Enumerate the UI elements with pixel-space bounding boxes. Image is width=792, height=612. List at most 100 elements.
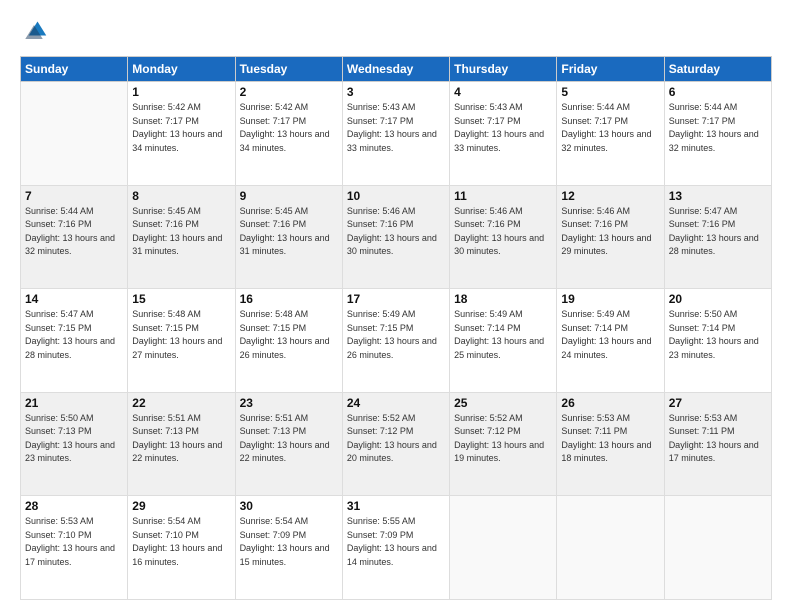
day-number: 9 [240, 189, 338, 203]
calendar-day-cell: 7 Sunrise: 5:44 AMSunset: 7:16 PMDaylight… [21, 185, 128, 289]
calendar-day-cell: 25 Sunrise: 5:52 AMSunset: 7:12 PMDayligh… [450, 392, 557, 496]
calendar-day-cell: 21 Sunrise: 5:50 AMSunset: 7:13 PMDayligh… [21, 392, 128, 496]
day-number: 24 [347, 396, 445, 410]
calendar-week-row: 7 Sunrise: 5:44 AMSunset: 7:16 PMDaylight… [21, 185, 772, 289]
day-info: Sunrise: 5:42 AMSunset: 7:17 PMDaylight:… [132, 101, 230, 155]
day-number: 18 [454, 292, 552, 306]
day-info: Sunrise: 5:44 AMSunset: 7:16 PMDaylight:… [25, 205, 123, 259]
day-number: 25 [454, 396, 552, 410]
calendar-week-row: 28 Sunrise: 5:53 AMSunset: 7:10 PMDayligh… [21, 496, 772, 600]
calendar-day-cell: 20 Sunrise: 5:50 AMSunset: 7:14 PMDayligh… [664, 289, 771, 393]
day-number: 23 [240, 396, 338, 410]
header [20, 18, 772, 46]
calendar-day-cell: 14 Sunrise: 5:47 AMSunset: 7:15 PMDayligh… [21, 289, 128, 393]
day-info: Sunrise: 5:45 AMSunset: 7:16 PMDaylight:… [240, 205, 338, 259]
day-number: 20 [669, 292, 767, 306]
calendar-day-cell: 22 Sunrise: 5:51 AMSunset: 7:13 PMDayligh… [128, 392, 235, 496]
day-info: Sunrise: 5:55 AMSunset: 7:09 PMDaylight:… [347, 515, 445, 569]
day-info: Sunrise: 5:48 AMSunset: 7:15 PMDaylight:… [240, 308, 338, 362]
day-number: 16 [240, 292, 338, 306]
calendar-day-cell: 18 Sunrise: 5:49 AMSunset: 7:14 PMDayligh… [450, 289, 557, 393]
weekday-header-cell: Tuesday [235, 57, 342, 82]
calendar-day-cell: 23 Sunrise: 5:51 AMSunset: 7:13 PMDayligh… [235, 392, 342, 496]
day-info: Sunrise: 5:44 AMSunset: 7:17 PMDaylight:… [561, 101, 659, 155]
calendar-day-cell: 29 Sunrise: 5:54 AMSunset: 7:10 PMDayligh… [128, 496, 235, 600]
day-number: 19 [561, 292, 659, 306]
calendar-day-cell: 10 Sunrise: 5:46 AMSunset: 7:16 PMDayligh… [342, 185, 449, 289]
calendar-day-cell: 9 Sunrise: 5:45 AMSunset: 7:16 PMDaylight… [235, 185, 342, 289]
calendar-day-cell: 27 Sunrise: 5:53 AMSunset: 7:11 PMDayligh… [664, 392, 771, 496]
calendar-day-cell [557, 496, 664, 600]
calendar-day-cell: 17 Sunrise: 5:49 AMSunset: 7:15 PMDayligh… [342, 289, 449, 393]
day-number: 29 [132, 499, 230, 513]
calendar-day-cell [664, 496, 771, 600]
day-number: 14 [25, 292, 123, 306]
day-info: Sunrise: 5:54 AMSunset: 7:10 PMDaylight:… [132, 515, 230, 569]
calendar-day-cell [450, 496, 557, 600]
day-info: Sunrise: 5:49 AMSunset: 7:14 PMDaylight:… [561, 308, 659, 362]
calendar-day-cell: 11 Sunrise: 5:46 AMSunset: 7:16 PMDayligh… [450, 185, 557, 289]
calendar-day-cell: 24 Sunrise: 5:52 AMSunset: 7:12 PMDayligh… [342, 392, 449, 496]
day-number: 1 [132, 85, 230, 99]
logo-icon [20, 18, 48, 46]
day-info: Sunrise: 5:53 AMSunset: 7:10 PMDaylight:… [25, 515, 123, 569]
calendar-day-cell: 1 Sunrise: 5:42 AMSunset: 7:17 PMDaylight… [128, 82, 235, 186]
calendar-day-cell: 8Sunrise: 5:45 AMSunset: 7:16 PMDaylight… [128, 185, 235, 289]
day-info: Sunrise: 5:54 AMSunset: 7:09 PMDaylight:… [240, 515, 338, 569]
day-number: 7 [25, 189, 123, 203]
day-number: 11 [454, 189, 552, 203]
day-info: Sunrise: 5:49 AMSunset: 7:14 PMDaylight:… [454, 308, 552, 362]
day-info: Sunrise: 5:52 AMSunset: 7:12 PMDaylight:… [347, 412, 445, 466]
day-info: Sunrise: 5:50 AMSunset: 7:13 PMDaylight:… [25, 412, 123, 466]
day-info: Sunrise: 5:47 AMSunset: 7:15 PMDaylight:… [25, 308, 123, 362]
day-number: 6 [669, 85, 767, 99]
calendar-day-cell: 26Sunrise: 5:53 AMSunset: 7:11 PMDayligh… [557, 392, 664, 496]
day-info: Sunrise: 5:44 AMSunset: 7:17 PMDaylight:… [669, 101, 767, 155]
calendar-day-cell: 15 Sunrise: 5:48 AMSunset: 7:15 PMDayligh… [128, 289, 235, 393]
day-info: Sunrise: 5:47 AMSunset: 7:16 PMDaylight:… [669, 205, 767, 259]
day-number: 12 [561, 189, 659, 203]
calendar-day-cell [21, 82, 128, 186]
day-info: Sunrise: 5:42 AMSunset: 7:17 PMDaylight:… [240, 101, 338, 155]
day-number: 10 [347, 189, 445, 203]
day-number: 13 [669, 189, 767, 203]
day-info: Sunrise: 5:49 AMSunset: 7:15 PMDaylight:… [347, 308, 445, 362]
day-info: Sunrise: 5:43 AMSunset: 7:17 PMDaylight:… [454, 101, 552, 155]
weekday-header-cell: Monday [128, 57, 235, 82]
day-number: 4 [454, 85, 552, 99]
day-info: Sunrise: 5:51 AMSunset: 7:13 PMDaylight:… [132, 412, 230, 466]
day-info: Sunrise: 5:51 AMSunset: 7:13 PMDaylight:… [240, 412, 338, 466]
day-number: 27 [669, 396, 767, 410]
page: SundayMondayTuesdayWednesdayThursdayFrid… [0, 0, 792, 612]
day-info: Sunrise: 5:46 AMSunset: 7:16 PMDaylight:… [347, 205, 445, 259]
day-number: 22 [132, 396, 230, 410]
day-number: 15 [132, 292, 230, 306]
calendar-day-cell: 16 Sunrise: 5:48 AMSunset: 7:15 PMDayligh… [235, 289, 342, 393]
day-info: Sunrise: 5:53 AMSunset: 7:11 PMDaylight:… [669, 412, 767, 466]
day-number: 3 [347, 85, 445, 99]
day-info: Sunrise: 5:50 AMSunset: 7:14 PMDaylight:… [669, 308, 767, 362]
day-number: 17 [347, 292, 445, 306]
day-info: Sunrise: 5:48 AMSunset: 7:15 PMDaylight:… [132, 308, 230, 362]
weekday-header-row: SundayMondayTuesdayWednesdayThursdayFrid… [21, 57, 772, 82]
calendar-week-row: 14 Sunrise: 5:47 AMSunset: 7:15 PMDayligh… [21, 289, 772, 393]
weekday-header-cell: Sunday [21, 57, 128, 82]
day-info: Sunrise: 5:53 AMSunset: 7:11 PMDaylight:… [561, 412, 659, 466]
day-number: 30 [240, 499, 338, 513]
day-number: 8 [132, 189, 230, 203]
calendar-day-cell: 5Sunrise: 5:44 AMSunset: 7:17 PMDaylight… [557, 82, 664, 186]
weekday-header-cell: Friday [557, 57, 664, 82]
calendar-day-cell: 4 Sunrise: 5:43 AMSunset: 7:17 PMDaylight… [450, 82, 557, 186]
calendar-day-cell: 6 Sunrise: 5:44 AMSunset: 7:17 PMDaylight… [664, 82, 771, 186]
day-info: Sunrise: 5:46 AMSunset: 7:16 PMDaylight:… [561, 205, 659, 259]
day-info: Sunrise: 5:52 AMSunset: 7:12 PMDaylight:… [454, 412, 552, 466]
calendar-day-cell: 12 Sunrise: 5:46 AMSunset: 7:16 PMDayligh… [557, 185, 664, 289]
calendar-day-cell: 30 Sunrise: 5:54 AMSunset: 7:09 PMDayligh… [235, 496, 342, 600]
day-number: 28 [25, 499, 123, 513]
logo [20, 18, 52, 46]
weekday-header-cell: Saturday [664, 57, 771, 82]
day-number: 21 [25, 396, 123, 410]
day-info: Sunrise: 5:46 AMSunset: 7:16 PMDaylight:… [454, 205, 552, 259]
calendar-week-row: 1 Sunrise: 5:42 AMSunset: 7:17 PMDaylight… [21, 82, 772, 186]
day-number: 2 [240, 85, 338, 99]
